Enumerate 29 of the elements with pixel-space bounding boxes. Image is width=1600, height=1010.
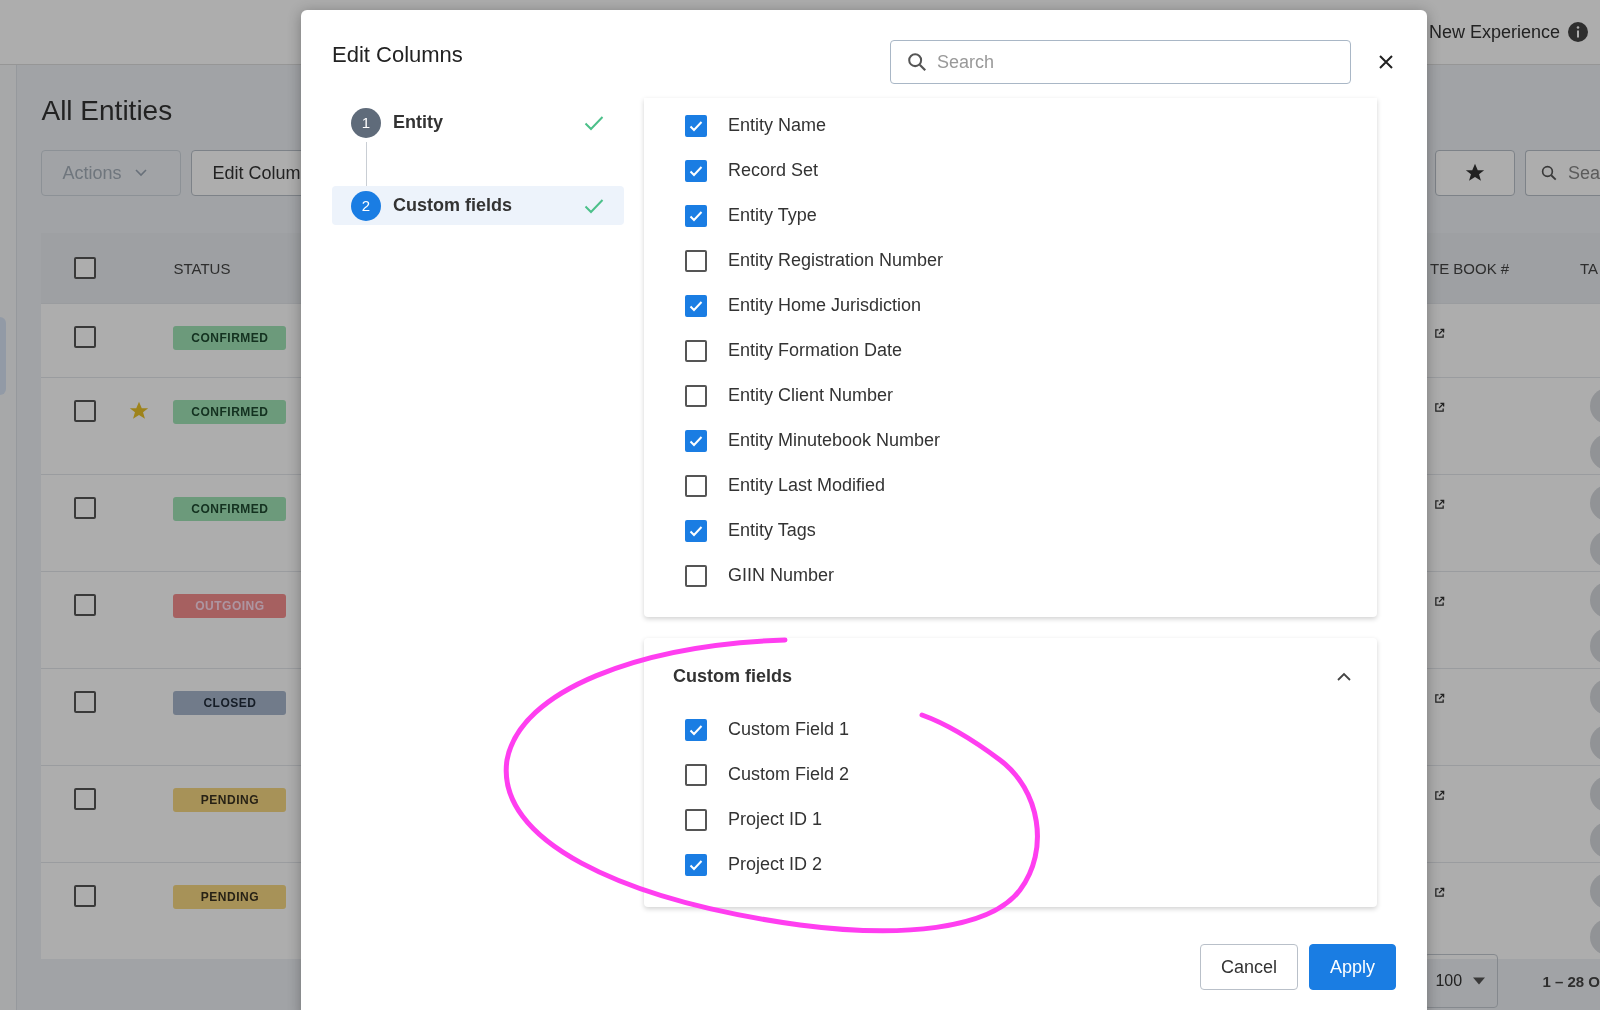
field-label: Entity Type (728, 205, 817, 226)
field-label: Entity Tags (728, 520, 816, 541)
field-label: Custom Field 1 (728, 719, 850, 740)
status-badge: CONFIRMED (173, 326, 287, 350)
field-label: Custom Field 2 (728, 764, 850, 785)
status-badge: OUTGOING (173, 594, 287, 618)
page-title: All Entities (41, 95, 173, 128)
status-badge: PENDING (173, 885, 287, 909)
field-label: Entity Home Jurisdiction (728, 295, 922, 316)
status-badge: CONFIRMED (173, 497, 287, 521)
field-label: GIIN Number (728, 565, 835, 586)
status-badge: CONFIRMED (173, 400, 287, 424)
field-label: Project ID 1 (728, 809, 823, 830)
section-title: Custom fields (673, 666, 792, 687)
column-header: STATUS (173, 259, 231, 277)
column-header: TA (1580, 259, 1599, 277)
status-badge: PENDING (173, 788, 287, 812)
status-badge: CLOSED (173, 691, 287, 715)
field-label: Entity Minutebook Number (728, 430, 941, 451)
field-label: Entity Last Modified (728, 475, 886, 496)
dialog-title: Edit Columns (332, 42, 464, 68)
field-label: Project ID 2 (728, 854, 823, 875)
field-label: Entity Client Number (728, 385, 894, 406)
field-label: Entity Registration Number (728, 250, 944, 271)
column-header: TE BOOK # (1430, 259, 1510, 277)
pagination-range: 1 – 28 O (1542, 972, 1600, 990)
field-label: Entity Name (728, 115, 827, 136)
field-label: Entity Formation Date (728, 340, 903, 361)
field-label: Record Set (728, 160, 819, 181)
